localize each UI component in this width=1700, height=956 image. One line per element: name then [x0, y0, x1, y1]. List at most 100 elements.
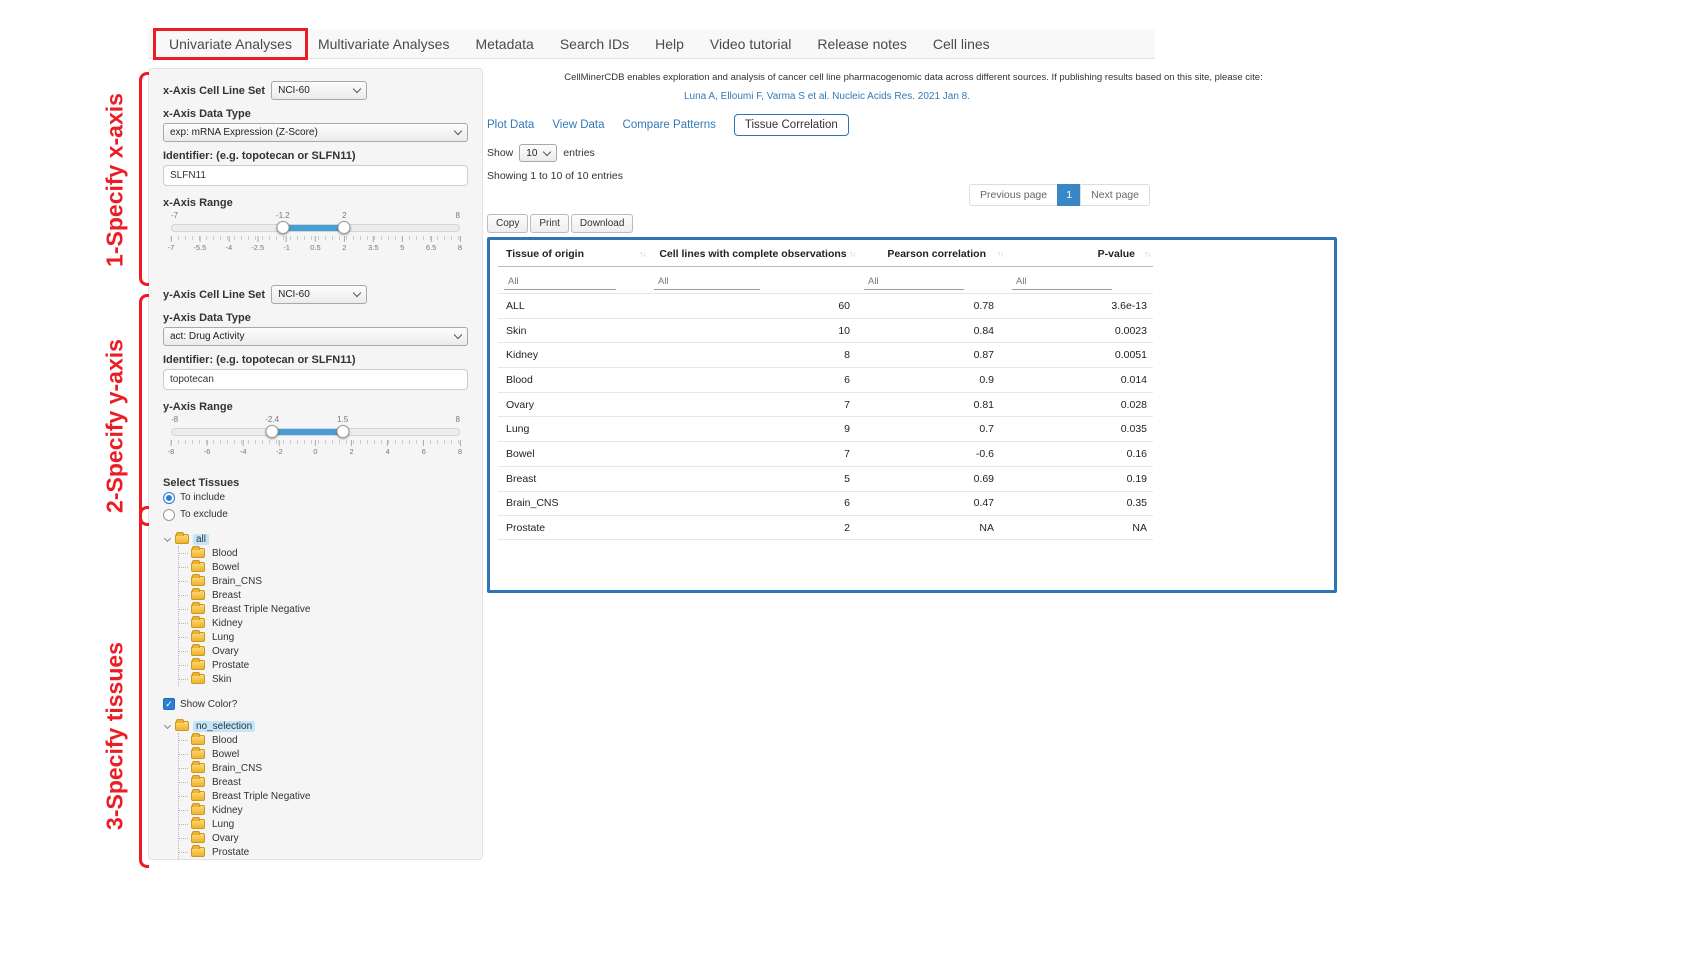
include-tree-root-all[interactable]: all — [163, 532, 468, 546]
chevron-down-icon — [353, 85, 361, 93]
show-color-checkbox[interactable]: ✓ Show Color? — [163, 698, 468, 710]
chevron-down-icon — [543, 147, 551, 155]
next-page-button[interactable]: Next page — [1080, 184, 1150, 206]
y-range-label: y-Axis Range — [163, 401, 468, 413]
tissue-exclude-tree: no_selection Blood Bowel Brain_CNS Breas… — [163, 719, 468, 860]
include-tree-item-kidney[interactable]: Kidney — [179, 616, 468, 630]
tissues-include-radio[interactable]: To include — [163, 489, 468, 506]
cellminercdb-app: Univariate Analyses Multivariate Analyse… — [0, 0, 1700, 956]
slider-selected-range — [272, 429, 343, 435]
exclude-tree-item-prostate[interactable]: Prostate — [179, 845, 468, 859]
nav-tab-cell-lines[interactable]: Cell lines — [920, 36, 1003, 52]
header-cell-lines-complete-observations[interactable]: Cell lines with complete observations↑↓ — [648, 248, 858, 260]
exclude-tree-item-skin[interactable]: Skin — [179, 859, 468, 860]
chevron-down-icon — [164, 534, 171, 541]
sort-icon[interactable]: ↑↓ — [1144, 249, 1150, 258]
y-cell-line-set-select[interactable]: NCI-60 — [271, 285, 367, 304]
print-button[interactable]: Print — [530, 214, 569, 233]
include-tree-item-breast-triple-negative[interactable]: Breast Triple Negative — [179, 602, 468, 616]
exclude-tree-item-breast-triple-negative[interactable]: Breast Triple Negative — [179, 789, 468, 803]
folder-icon — [191, 590, 205, 600]
header-tissue-of-origin[interactable]: Tissue of origin↑↓ — [498, 248, 648, 260]
x-range-slider: -7 8 -1.2 2 -7 -5.5 -4 -2.5 -1 0.5 2 3.5… — [171, 211, 460, 251]
y-data-type-label: y-Axis Data Type — [163, 312, 468, 324]
copy-button[interactable]: Copy — [487, 214, 528, 233]
annotation-bracket-2 — [139, 294, 149, 526]
exclude-tree-item-ovary[interactable]: Ovary — [179, 831, 468, 845]
include-tree-item-ovary[interactable]: Ovary — [179, 644, 468, 658]
sort-icon[interactable]: ↑↓ — [639, 249, 645, 258]
table-row-bowel: Bowel7-0.60.16 — [498, 441, 1153, 466]
x-cell-line-set-row: x-Axis Cell Line Set NCI-60 — [163, 81, 468, 100]
exclude-tree-item-lung[interactable]: Lung — [179, 817, 468, 831]
folder-icon — [191, 763, 205, 773]
tab-view-data[interactable]: View Data — [552, 119, 604, 131]
include-tree-item-blood[interactable]: Blood — [179, 546, 468, 560]
nav-tab-release-notes[interactable]: Release notes — [804, 36, 920, 52]
filter-cell-lines-input[interactable] — [654, 274, 760, 290]
include-tree-item-lung[interactable]: Lung — [179, 630, 468, 644]
table-row-blood: Blood60.90.014 — [498, 367, 1153, 392]
exclude-tree-item-brain-cns[interactable]: Brain_CNS — [179, 761, 468, 775]
tab-tissue-correlation[interactable]: Tissue Correlation — [734, 114, 849, 136]
x-identifier-input[interactable] — [163, 165, 468, 186]
x-data-type-select[interactable]: exp: mRNA Expression (Z-Score) — [163, 123, 468, 142]
tab-plot-data[interactable]: Plot Data — [487, 119, 534, 131]
annotation-step1-label: 1-Specify x-axis — [102, 93, 129, 267]
include-tree-item-bowel[interactable]: Bowel — [179, 560, 468, 574]
slider-selected-range — [283, 225, 345, 231]
include-tree-item-brain-cns[interactable]: Brain_CNS — [179, 574, 468, 588]
x-cell-line-set-label: x-Axis Cell Line Set — [163, 85, 265, 97]
folder-icon — [191, 618, 205, 628]
folder-icon — [175, 721, 189, 731]
control-sidebar: x-Axis Cell Line Set NCI-60 x-Axis Data … — [148, 68, 483, 860]
table-header-row: Tissue of origin↑↓ Cell lines with compl… — [498, 241, 1153, 267]
exclude-tree-item-blood[interactable]: Blood — [179, 733, 468, 747]
nav-tab-multivariate-analyses[interactable]: Multivariate Analyses — [305, 36, 463, 52]
exclude-tree-item-breast[interactable]: Breast — [179, 775, 468, 789]
y-range-handle-high[interactable] — [336, 425, 349, 438]
header-pearson-correlation[interactable]: Pearson correlation↑↓ — [858, 248, 1006, 260]
x-cell-line-set-select[interactable]: NCI-60 — [271, 81, 367, 100]
sort-icon[interactable]: ↑↓ — [849, 249, 855, 258]
filter-tissue-of-origin-input[interactable] — [504, 274, 616, 290]
citation-link[interactable]: Luna A, Elloumi F, Varma S et al. Nuclei… — [684, 91, 970, 102]
current-page-button[interactable]: 1 — [1057, 184, 1081, 206]
x-range-handle-high[interactable] — [338, 221, 351, 234]
folder-icon — [191, 777, 205, 787]
tissues-exclude-radio[interactable]: To exclude — [163, 506, 468, 523]
y-range-handle-low[interactable] — [266, 425, 279, 438]
nav-tab-metadata[interactable]: Metadata — [462, 36, 546, 52]
include-tree-item-breast[interactable]: Breast — [179, 588, 468, 602]
include-tree-item-prostate[interactable]: Prostate — [179, 658, 468, 672]
exclude-tree-root-no-selection[interactable]: no_selection — [163, 719, 468, 733]
filter-pearson-correlation-input[interactable] — [864, 274, 964, 290]
y-cell-line-set-value: NCI-60 — [278, 289, 310, 300]
x-range-label: x-Axis Range — [163, 197, 468, 209]
previous-page-button[interactable]: Previous page — [969, 184, 1058, 206]
sort-icon[interactable]: ↑↓ — [997, 249, 1003, 258]
y-data-type-select[interactable]: act: Drug Activity — [163, 327, 468, 346]
entries-count-select[interactable]: 10 — [519, 144, 557, 162]
download-button[interactable]: Download — [571, 214, 633, 233]
tab-compare-patterns[interactable]: Compare Patterns — [623, 119, 716, 131]
nav-tab-video-tutorial[interactable]: Video tutorial — [697, 36, 804, 52]
main-content: CellMinerCDB enables exploration and ana… — [487, 68, 1340, 593]
y-identifier-input[interactable] — [163, 369, 468, 390]
folder-icon — [191, 674, 205, 684]
tissue-correlation-table: Tissue of origin↑↓ Cell lines with compl… — [498, 241, 1153, 540]
exclude-tree-item-kidney[interactable]: Kidney — [179, 803, 468, 817]
header-p-value[interactable]: P-value↑↓ — [1006, 248, 1153, 260]
exclude-tree-item-bowel[interactable]: Bowel — [179, 747, 468, 761]
radio-selected-icon — [163, 492, 175, 504]
annotation-bracket-3 — [139, 506, 149, 868]
nav-tab-univariate-analyses[interactable]: Univariate Analyses — [156, 36, 305, 52]
filter-p-value-input[interactable] — [1012, 274, 1112, 290]
y-cell-line-set-label: y-Axis Cell Line Set — [163, 289, 265, 301]
x-range-handle-low[interactable] — [276, 221, 289, 234]
nav-tab-search-ids[interactable]: Search IDs — [547, 36, 642, 52]
table-row-brain-cns: Brain_CNS60.470.35 — [498, 491, 1153, 516]
include-tree-item-skin[interactable]: Skin — [179, 672, 468, 686]
nav-tab-help[interactable]: Help — [642, 36, 697, 52]
folder-icon — [191, 819, 205, 829]
